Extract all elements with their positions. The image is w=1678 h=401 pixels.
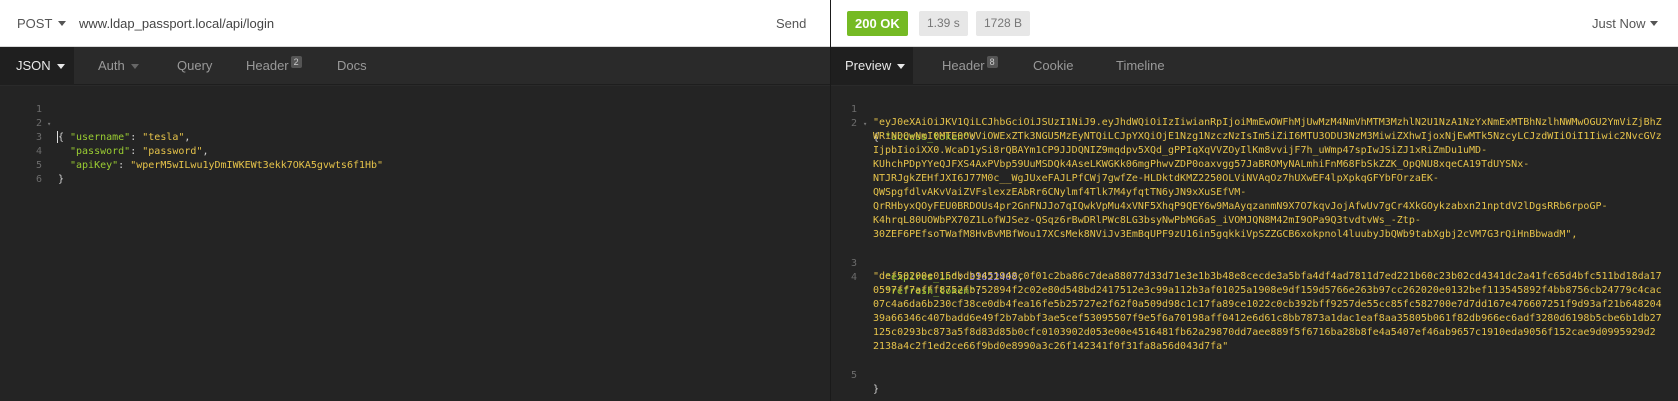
- response-pane: 200 OK 1.39 s 1728 B Just Now Preview He…: [831, 0, 1678, 401]
- access-token-value: KUhchPDpYYeQJFXS4AxPVbp59UuMSDQk4AseLKWG…: [873, 159, 1530, 170]
- brace: }: [873, 384, 880, 395]
- response-preview[interactable]: 1 ▾ { 2 "access_token": "eyJ0eXAiOiJKV1Q…: [831, 86, 1678, 401]
- send-button[interactable]: Send: [770, 12, 812, 35]
- tab-docs[interactable]: Docs: [337, 47, 367, 85]
- code-line: 6: [0, 159, 830, 185]
- code-line: 1 ▾ {: [831, 89, 1678, 143]
- line-number: 4: [850, 272, 857, 283]
- code-line: 5 }: [0, 145, 830, 185]
- tab-timeline-label: Timeline: [1116, 58, 1165, 73]
- access-token-value: 30ZEF6PEfsoTWafM8HvBvMBfWou17XCsMek8NViJ…: [873, 229, 1578, 240]
- access-token-value: IjpbIioiXX0.WcaD1ySi8rQBAYm1CP9JJDQNIZ9m…: [873, 145, 1488, 156]
- history-dropdown[interactable]: Just Now: [1592, 16, 1645, 31]
- tab-response-header[interactable]: Header 8: [942, 47, 998, 85]
- chevron-down-icon: [897, 64, 906, 70]
- code-line: 2 "access_token":: [831, 103, 1678, 143]
- line-number: 6: [35, 174, 42, 185]
- refresh-token-value: 2138a4c2f1ed2ce66f9bd0e8990a3c26f142341f…: [873, 341, 1229, 352]
- line-number: 5: [850, 370, 857, 381]
- chevron-down-icon: [130, 64, 139, 70]
- tab-json[interactable]: JSON: [0, 47, 74, 85]
- access-token-value: QWSpgfdlvAKvVaiZVFslexzEAbRr6CNylmf4Tlk7…: [873, 187, 1247, 198]
- code-line: 4 "refresh_token":: [831, 257, 1678, 297]
- chevron-down-icon: [56, 64, 65, 70]
- tab-preview[interactable]: Preview: [831, 47, 913, 85]
- code-line: 4 "apiKey": "wperM5wILwu1yDmIWKEWt3ekk7O…: [0, 131, 830, 171]
- tab-cookie[interactable]: Cookie: [1033, 47, 1073, 85]
- chevron-down-icon[interactable]: [58, 21, 66, 26]
- access-token-value: NTJRJgkZEHfJXI6J77M0c__WgJUxeFAJLPfCWj7g…: [873, 173, 1439, 184]
- code-line: 2 "username": "tesla",: [0, 103, 830, 143]
- header-count-badge: 8: [986, 56, 998, 68]
- response-size-badge: 1728 B: [976, 11, 1031, 36]
- request-body-editor[interactable]: 1 ▾ { 2 "username": "tesla", 3 "password…: [0, 86, 830, 401]
- refresh-token-value: 125c0293bc873a5f8d83d85b0cfc0103902d053e…: [873, 327, 1656, 338]
- refresh-token-value: 0597ff7afff8752fb752894f2c02e80d548bd241…: [873, 285, 1662, 296]
- request-pane: POST www.ldap_passport.local/api/login S…: [0, 0, 830, 401]
- code-line: 3 "expires_in": 31622400,: [831, 243, 1678, 283]
- tab-query-label: Query: [177, 58, 213, 73]
- tab-auth[interactable]: Auth: [98, 47, 139, 85]
- chevron-down-icon[interactable]: [1650, 21, 1658, 26]
- tab-preview-label: Preview: [845, 58, 892, 73]
- tab-response-header-label: Header: [942, 58, 985, 73]
- method-select[interactable]: POST: [17, 16, 52, 31]
- code-text: }: [58, 174, 65, 185]
- refresh-token-value: 07c4a6da6b230cf38ce0db4fea16fe5b25727e2f…: [873, 299, 1662, 310]
- tab-json-label: JSON: [16, 58, 51, 73]
- access-token-value: WRiNDQwNmI0MTE0OWViOWExZTk3NGU5MzEyNTQiL…: [873, 131, 1662, 142]
- code-line: 3 "password": "password",: [0, 117, 830, 157]
- response-status-bar: 200 OK 1.39 s 1728 B Just Now: [831, 0, 1678, 47]
- status-badge: 200 OK: [847, 11, 908, 36]
- request-tabs: JSON Auth Query Header 2 Docs: [0, 47, 830, 85]
- response-time-badge: 1.39 s: [919, 11, 968, 36]
- tab-cookie-label: Cookie: [1033, 58, 1074, 73]
- access-token-value: K4hrqL80UOWbPX70Z1LofWJSez-QSqz6rBwDRlPW…: [873, 215, 1421, 226]
- access-token-value: QrRHbyxQOyFEU0BRDOUs4pr2GnFNJJo7qIQwkVpM…: [873, 201, 1608, 212]
- tab-docs-label: Docs: [337, 58, 367, 73]
- refresh-token-value: "def50200e015dbdb9451948c0f01c2ba86c7dea…: [873, 271, 1662, 282]
- tab-header-label: Header: [246, 58, 289, 73]
- code-line: 5 }: [831, 355, 1678, 395]
- tab-query[interactable]: Query: [177, 47, 212, 85]
- refresh-token-value: 39a66346c407badd6e49f2b7abbf3ae5cef53095…: [873, 313, 1662, 324]
- tab-timeline[interactable]: Timeline: [1116, 47, 1165, 85]
- url-input[interactable]: www.ldap_passport.local/api/login: [79, 16, 274, 31]
- response-tabs: Preview Header 8 Cookie Timeline: [831, 47, 1678, 85]
- header-count-badge: 2: [290, 56, 302, 68]
- tab-auth-label: Auth: [98, 58, 125, 73]
- tab-header[interactable]: Header 2: [246, 47, 302, 85]
- access-token-value: "eyJ0eXAiOiJKV1QiLCJhbGciOiJSUzI1NiJ9.ey…: [873, 117, 1662, 128]
- url-bar: POST www.ldap_passport.local/api/login S…: [0, 0, 830, 47]
- line-number: 2: [850, 118, 857, 129]
- code-line: 1 ▾ {: [0, 89, 830, 143]
